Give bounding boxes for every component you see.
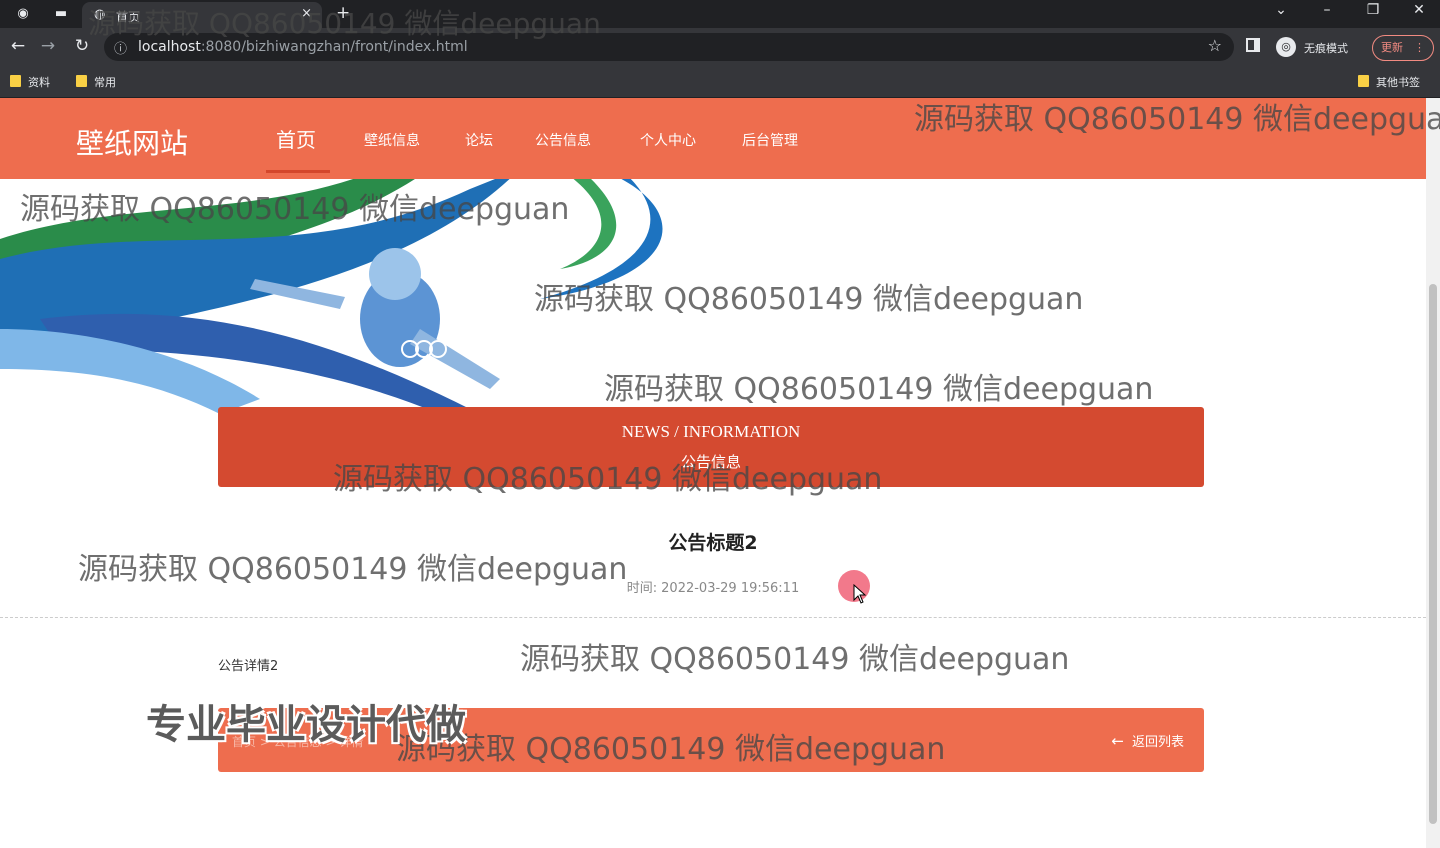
incognito-icon[interactable]: ◎: [1276, 37, 1296, 57]
tab-close-icon[interactable]: ×: [301, 6, 312, 21]
update-label: 更新: [1381, 41, 1403, 54]
banner-carousel[interactable]: [0, 179, 1426, 414]
time-label: 时间:: [626, 581, 658, 596]
bookmark-label: 资料: [28, 76, 50, 89]
page-scrollbar[interactable]: [1426, 98, 1440, 848]
forward-arrow-icon[interactable]: →: [38, 36, 58, 56]
folder-icon: [1358, 75, 1369, 87]
tab-title: 首页: [116, 10, 141, 24]
bookmark-star-icon[interactable]: ☆: [1208, 36, 1222, 55]
article-meta: 时间: 2022-03-29 19:56:11: [0, 577, 1426, 596]
time-value: 2022-03-29 19:56:11: [661, 581, 800, 596]
other-bookmarks[interactable]: 其他书签: [1358, 74, 1420, 90]
nav-item-forum[interactable]: 论坛: [465, 130, 493, 150]
back-to-list-button[interactable]: ← 返回列表: [1111, 731, 1184, 750]
address-bar-row: ← → ↻ ⓘ localhost:8080/bizhiwangzhan/fro…: [0, 28, 1440, 66]
folder-icon: [10, 75, 21, 87]
browser-tab[interactable]: ◍ 首页 ×: [82, 2, 322, 28]
more-menu-icon[interactable]: ⋮: [1414, 36, 1425, 60]
nav-item-profile[interactable]: 个人中心: [640, 130, 696, 150]
browser-tab-bar: ◉ ▬ ◍ 首页 × + ⌄ – ❐ ✕: [0, 0, 1440, 28]
promo-overlay-text: 专业毕业设计代做: [146, 702, 466, 748]
section-title-en: NEWS / INFORMATION: [621, 422, 801, 441]
section-header: NEWS / INFORMATION 公告信息: [218, 407, 1204, 487]
bookmark-folder-1[interactable]: 资料: [10, 74, 50, 90]
new-tab-button[interactable]: +: [336, 3, 350, 23]
nav-item-wallpapers[interactable]: 壁纸信息: [364, 130, 420, 150]
nav-item-admin[interactable]: 后台管理: [742, 130, 798, 150]
incognito-label: 无痕模式: [1304, 42, 1348, 55]
other-bookmarks-label: 其他书签: [1376, 76, 1420, 89]
site-navbar: 壁纸网站 首页 壁纸信息 论坛 公告信息 个人中心 后台管理: [0, 98, 1426, 179]
section-title-zh: 公告信息: [680, 453, 741, 471]
bookmarks-bar: 资料 常用 其他书签: [0, 66, 1440, 98]
reload-icon[interactable]: ↻: [72, 36, 92, 56]
screen: { "browser": { "tab": {"title": "首页", "c…: [0, 0, 1440, 848]
side-panel-icon[interactable]: [1246, 38, 1260, 52]
mouse-cursor-icon: [853, 584, 867, 604]
url-input[interactable]: ⓘ localhost:8080/bizhiwangzhan/front/ind…: [104, 33, 1234, 61]
banner-image: [0, 179, 663, 414]
site-logo[interactable]: 壁纸网站: [76, 122, 188, 162]
back-arrow-icon[interactable]: ←: [8, 36, 28, 56]
close-window-button[interactable]: ✕: [1404, 2, 1434, 18]
tab-favicon-icon: ◍: [94, 7, 106, 22]
arrow-left-icon: ←: [1111, 732, 1124, 750]
divider: [0, 617, 1426, 618]
globe-icon[interactable]: ◉: [14, 5, 32, 23]
nav-item-notices[interactable]: 公告信息: [535, 130, 591, 150]
back-to-list-label: 返回列表: [1131, 735, 1184, 750]
restore-button[interactable]: ❐: [1358, 2, 1388, 18]
site-info-icon[interactable]: ⓘ: [114, 38, 127, 57]
update-button[interactable]: 更新 ⋮: [1372, 35, 1434, 61]
window-icon[interactable]: ▬: [52, 5, 70, 23]
url-path: :8080/bizhiwangzhan/front/index.html: [200, 39, 468, 55]
article-body: 公告详情2: [218, 659, 279, 674]
nav-active-indicator: [266, 170, 330, 173]
tab-search-icon[interactable]: ⌄: [1266, 2, 1296, 18]
url-text: localhost:8080/bizhiwangzhan/front/index…: [138, 39, 468, 55]
article-title: 公告标题2: [668, 532, 758, 554]
bookmark-folder-2[interactable]: 常用: [76, 74, 116, 90]
nav-item-home[interactable]: 首页: [276, 124, 316, 153]
url-host: localhost: [138, 39, 201, 55]
minimize-button[interactable]: –: [1312, 2, 1342, 18]
folder-icon: [76, 75, 87, 87]
scrollbar-thumb[interactable]: [1429, 284, 1437, 824]
bookmark-label: 常用: [94, 76, 116, 89]
